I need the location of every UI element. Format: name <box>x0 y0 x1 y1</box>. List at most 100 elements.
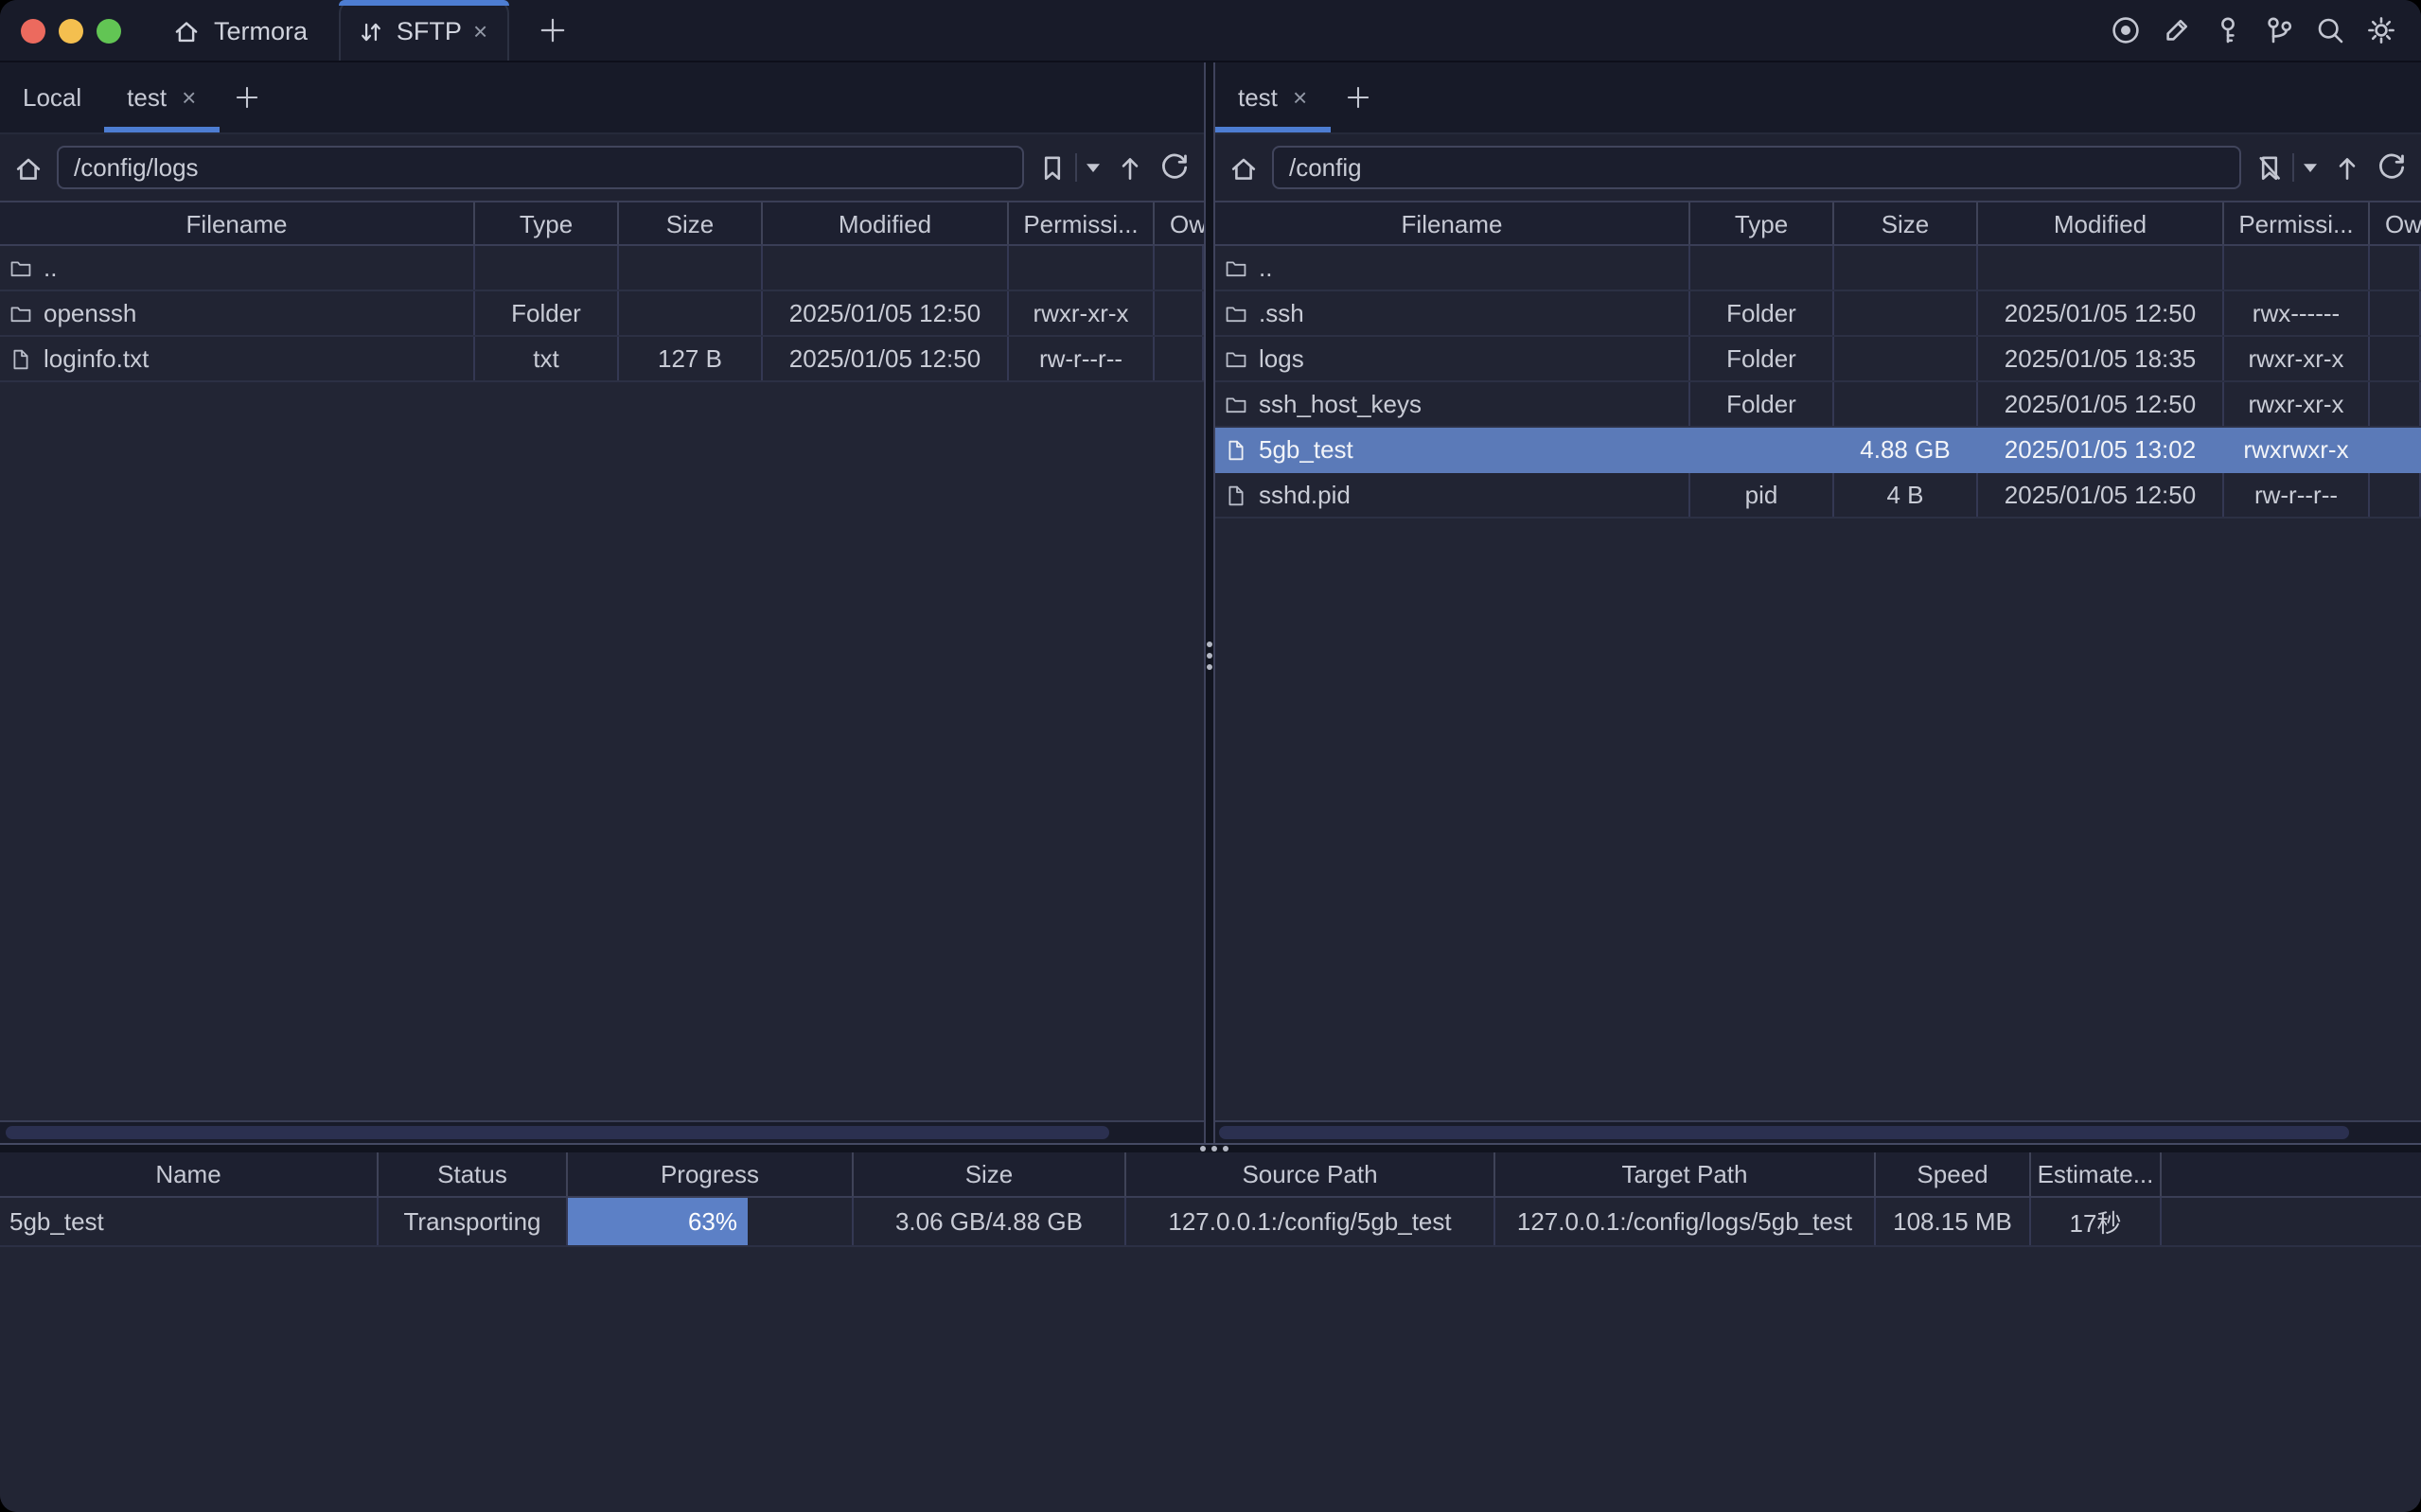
right-tab-test-close-icon[interactable]: × <box>1293 85 1307 110</box>
column-header-type[interactable]: Type <box>475 202 619 244</box>
file-type: txt <box>475 337 619 380</box>
panel-splitter-vertical[interactable] <box>1204 62 1215 1143</box>
file-name: .. <box>44 254 57 282</box>
record-icon[interactable] <box>2111 15 2141 45</box>
plus-icon <box>1343 83 1371 112</box>
column-header-filename[interactable]: Filename <box>0 202 475 244</box>
transfer-updown-icon <box>359 18 385 44</box>
column-header-permissions[interactable]: Permissi... <box>2224 202 2370 244</box>
file-type: Folder <box>1690 291 1834 335</box>
left-panel: Local test × <box>0 62 1204 1143</box>
file-name: openssh <box>44 299 136 327</box>
left-hscrollbar-track <box>0 1120 1204 1143</box>
bookmark-off-icon[interactable] <box>2254 152 2285 183</box>
left-tab-local[interactable]: Local <box>0 62 104 132</box>
column-header-owner[interactable]: Ow <box>1155 202 1204 244</box>
left-path-input[interactable] <box>57 146 1024 189</box>
transfer-name: 5gb_test <box>0 1198 379 1245</box>
right-hscrollbar-track <box>1215 1120 2421 1143</box>
file-row[interactable]: .. <box>0 246 1204 291</box>
left-hscrollbar-thumb[interactable] <box>6 1126 1109 1139</box>
file-type: Folder <box>475 291 619 335</box>
right-new-tab-button[interactable] <box>1343 83 1371 112</box>
column-header-target-path[interactable]: Target Path <box>1495 1152 1876 1196</box>
up-directory-icon[interactable] <box>1115 152 1145 183</box>
right-tab-test-label: test <box>1238 83 1278 112</box>
column-header-name[interactable]: Name <box>0 1152 379 1196</box>
close-window-button[interactable] <box>21 18 45 43</box>
tab-sftp-close-icon[interactable]: × <box>473 19 487 44</box>
file-modified: 2025/01/05 12:50 <box>1978 473 2224 517</box>
right-hscrollbar-thumb[interactable] <box>1219 1126 2349 1139</box>
right-path-input[interactable] <box>1272 146 2241 189</box>
file-row[interactable]: .. <box>1215 246 2421 291</box>
column-header-modified[interactable]: Modified <box>763 202 1009 244</box>
port-forward-icon[interactable] <box>2264 15 2294 45</box>
file-row[interactable]: loginfo.txt txt 127 B 2025/01/05 12:50 r… <box>0 337 1204 382</box>
bookmark-icon[interactable] <box>1037 152 1068 183</box>
file-size <box>1834 337 1978 380</box>
file-row[interactable]: sshd.pid pid 4 B 2025/01/05 12:50 rw-r--… <box>1215 473 2421 519</box>
transfer-splitter-horizontal[interactable] <box>0 1143 2421 1152</box>
column-header-owner[interactable]: Ow <box>2370 202 2421 244</box>
refresh-icon[interactable] <box>2376 151 2408 184</box>
right-panel-empty-area <box>1215 519 2421 1120</box>
file-icon <box>1225 438 1247 461</box>
left-tab-test[interactable]: test × <box>104 62 219 132</box>
left-tab-test-label: test <box>127 83 167 112</box>
tab-termora-home[interactable]: Termora <box>172 16 308 44</box>
column-header-type[interactable]: Type <box>1690 202 1834 244</box>
up-directory-icon[interactable] <box>2332 152 2362 183</box>
file-row[interactable]: 5gb_test 4.88 GB 2025/01/05 13:02 rwxrwx… <box>1215 428 2421 473</box>
transfer-progress-bar: 63% <box>568 1198 747 1245</box>
column-header-filename[interactable]: Filename <box>1215 202 1690 244</box>
file-row[interactable]: ssh_host_keys Folder 2025/01/05 12:50 rw… <box>1215 382 2421 428</box>
transfer-row[interactable]: 5gb_test Transporting 63% 3.06 GB/4.88 G… <box>0 1198 2421 1247</box>
column-header-source-path[interactable]: Source Path <box>1126 1152 1495 1196</box>
edit-icon[interactable] <box>2162 15 2192 45</box>
zoom-window-button[interactable] <box>97 18 121 43</box>
right-tab-test[interactable]: test × <box>1215 62 1330 132</box>
file-size <box>1834 382 1978 426</box>
file-row[interactable]: openssh Folder 2025/01/05 12:50 rwxr-xr-… <box>0 291 1204 337</box>
left-tab-test-close-icon[interactable]: × <box>182 85 196 110</box>
home-icon <box>172 16 201 44</box>
settings-icon[interactable] <box>2366 15 2396 45</box>
transfer-table-header: Name Status Progress Size Source Path Ta… <box>0 1152 2421 1198</box>
file-modified <box>1978 246 2224 290</box>
plus-icon <box>537 15 567 45</box>
file-permissions <box>1009 246 1155 290</box>
column-header-estimate[interactable]: Estimate... <box>2031 1152 2162 1196</box>
column-header-modified[interactable]: Modified <box>1978 202 2224 244</box>
folder-icon <box>1225 256 1247 279</box>
refresh-icon[interactable] <box>1158 151 1191 184</box>
chevron-down-icon[interactable] <box>2302 161 2319 174</box>
tab-sftp[interactable]: SFTP × <box>338 0 508 61</box>
column-header-speed[interactable]: Speed <box>1876 1152 2031 1196</box>
splitter-grip-dots <box>1200 1146 1228 1152</box>
column-header-status[interactable]: Status <box>379 1152 568 1196</box>
column-header-size[interactable]: Size <box>619 202 763 244</box>
file-icon <box>1225 483 1247 506</box>
column-header-permissions[interactable]: Permissi... <box>1009 202 1155 244</box>
new-tab-button[interactable] <box>537 15 567 45</box>
file-modified: 2025/01/05 12:50 <box>763 291 1009 335</box>
file-row[interactable]: logs Folder 2025/01/05 18:35 rwxr-xr-x <box>1215 337 2421 382</box>
file-type <box>1690 246 1834 290</box>
home-icon[interactable] <box>13 152 44 183</box>
file-permissions: rw-r--r-- <box>2224 473 2370 517</box>
file-permissions: rw-r--r-- <box>1009 337 1155 380</box>
file-row[interactable]: .ssh Folder 2025/01/05 12:50 rwx------ <box>1215 291 2421 337</box>
transfer-progress-label: 63% <box>688 1207 737 1236</box>
search-icon[interactable] <box>2315 15 2345 45</box>
minimize-window-button[interactable] <box>59 18 83 43</box>
column-header-size[interactable]: Size <box>1834 202 1978 244</box>
column-header-progress[interactable]: Progress <box>568 1152 854 1196</box>
file-owner <box>1155 291 1204 335</box>
column-header-size[interactable]: Size <box>854 1152 1126 1196</box>
chevron-down-icon[interactable] <box>1085 161 1102 174</box>
file-permissions: rwxrwxr-x <box>2224 428 2370 471</box>
home-icon[interactable] <box>1228 152 1259 183</box>
left-new-tab-button[interactable] <box>232 83 260 112</box>
key-icon[interactable] <box>2213 15 2243 45</box>
